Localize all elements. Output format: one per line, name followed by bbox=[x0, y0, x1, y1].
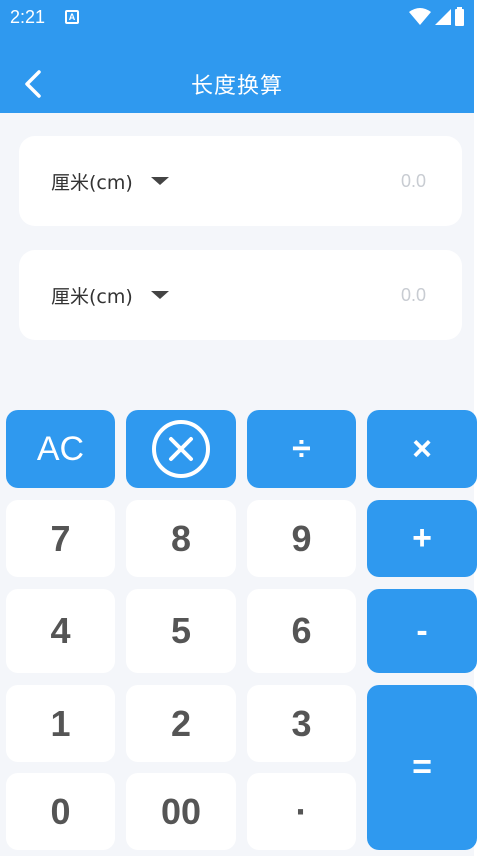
to-unit-label: 厘米(cm) bbox=[51, 285, 133, 308]
to-unit-card: 厘米(cm) 0.0 bbox=[19, 250, 462, 340]
delete-button[interactable] bbox=[126, 410, 236, 488]
key-decimal[interactable]: · bbox=[247, 773, 356, 850]
status-icons bbox=[409, 6, 464, 26]
key-3[interactable]: 3 bbox=[247, 685, 356, 762]
key-2[interactable]: 2 bbox=[126, 685, 236, 762]
divide-button[interactable]: ÷ bbox=[247, 410, 356, 488]
to-value: 0.0 bbox=[400, 284, 426, 305]
key-6[interactable]: 6 bbox=[247, 589, 356, 673]
to-unit-dropdown[interactable]: 厘米(cm) bbox=[51, 282, 169, 309]
plus-button[interactable]: + bbox=[367, 500, 477, 577]
page-title: 长度换算 bbox=[190, 74, 283, 99]
from-value: 0.0 bbox=[400, 170, 426, 191]
backspace-circle-x-icon bbox=[152, 420, 210, 478]
key-0[interactable]: 0 bbox=[6, 773, 115, 850]
caret-down-icon bbox=[150, 291, 169, 299]
key-00[interactable]: 00 bbox=[126, 773, 236, 850]
from-unit-label: 厘米(cm) bbox=[51, 171, 133, 194]
key-8[interactable]: 8 bbox=[126, 500, 236, 577]
signal-icon bbox=[435, 9, 451, 25]
key-4[interactable]: 4 bbox=[6, 589, 115, 673]
status-bar: 2:21 A bbox=[0, 0, 474, 34]
key-1[interactable]: 1 bbox=[6, 685, 115, 762]
ac-button[interactable]: AC bbox=[6, 410, 115, 488]
wifi-icon bbox=[409, 8, 431, 25]
app-bar: 长度换算 bbox=[0, 54, 474, 114]
caret-down-icon bbox=[150, 177, 169, 185]
from-unit-card: 厘米(cm) 0.0 bbox=[19, 136, 462, 226]
top-bar: 2:21 A 长度换算 bbox=[0, 0, 474, 113]
minus-button[interactable]: - bbox=[367, 589, 477, 673]
length-converter-screen: 2:21 A 长度换算 厘米(cm) 0.0 厘米(cm) 0.0 AC ÷ ×… bbox=[0, 0, 482, 856]
battery-icon bbox=[455, 6, 464, 26]
key-7[interactable]: 7 bbox=[6, 500, 115, 577]
notification-icon: A bbox=[65, 10, 80, 24]
key-5[interactable]: 5 bbox=[126, 589, 236, 673]
key-9[interactable]: 9 bbox=[247, 500, 356, 577]
from-unit-dropdown[interactable]: 厘米(cm) bbox=[51, 168, 169, 195]
status-time: 2:21 bbox=[10, 6, 46, 27]
back-button[interactable] bbox=[18, 68, 48, 100]
equals-button[interactable]: = bbox=[367, 685, 477, 850]
multiply-button[interactable]: × bbox=[367, 410, 477, 488]
chevron-left-icon bbox=[25, 70, 41, 98]
